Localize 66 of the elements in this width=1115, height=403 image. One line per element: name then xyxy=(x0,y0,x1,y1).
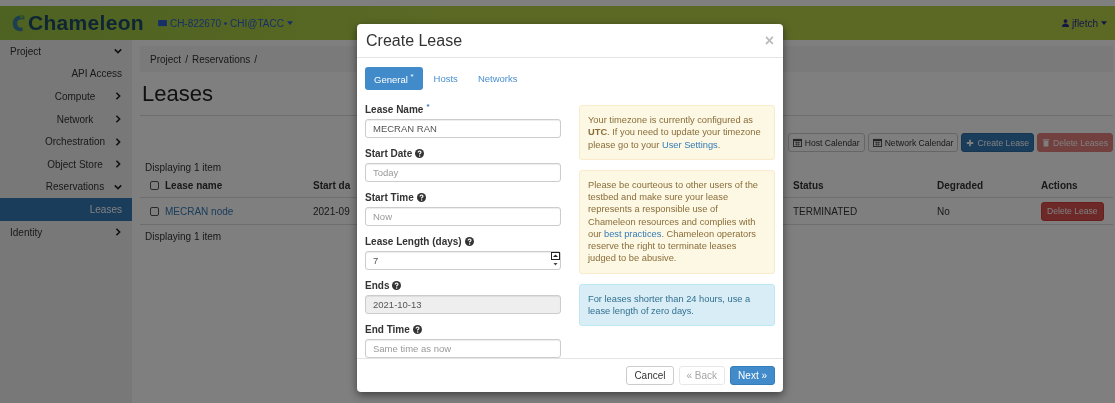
note-text: For leases shorter than 24 hours, use a lease length of zero days. xyxy=(588,292,752,318)
breadcrumb-separator: / xyxy=(254,53,258,65)
page-title: Leases xyxy=(142,81,213,107)
sidebar-item[interactable]: Orchestration xyxy=(0,130,132,153)
sidebar-item[interactable]: Leases xyxy=(0,198,132,221)
breadcrumb-separator: / xyxy=(185,53,188,65)
field-label: Lease Length (days) xyxy=(365,235,462,247)
monitor-icon xyxy=(157,19,167,27)
help-icon xyxy=(415,148,425,158)
calendar-icon xyxy=(872,138,882,147)
input-field[interactable]: Now xyxy=(365,207,561,226)
column-header[interactable]: Status xyxy=(793,179,824,191)
note-link[interactable]: User Settings xyxy=(661,139,718,150)
tab[interactable]: General $^{*}$ xyxy=(365,67,423,90)
user-icon xyxy=(1061,19,1069,27)
column-header[interactable]: Lease name xyxy=(165,179,223,191)
sidebar-item[interactable]: Object Store xyxy=(0,152,132,176)
field-label: Lease Name xyxy=(365,103,424,115)
user-menu[interactable]: jfletch xyxy=(1061,17,1107,29)
dialog-button[interactable]: Cancel xyxy=(626,366,674,385)
table-cell: 2021-09 xyxy=(313,205,350,217)
toolbar-button[interactable]: Network Calendar xyxy=(867,133,959,152)
checkbox[interactable] xyxy=(150,206,159,216)
column-header[interactable]: Actions xyxy=(1041,179,1078,191)
dialog-button[interactable]: Next » xyxy=(730,366,775,385)
input-field[interactable]: MECRAN RAN xyxy=(365,119,561,138)
tab[interactable]: Hosts xyxy=(424,67,467,90)
item-count: Displaying 1 item xyxy=(145,162,222,173)
field-label: Ends xyxy=(365,279,390,291)
caret-icon xyxy=(286,21,293,25)
breadcrumb-item[interactable]: Reservations xyxy=(191,53,251,65)
sidebar-item[interactable]: Compute xyxy=(0,85,132,108)
input-field[interactable]: Today xyxy=(365,163,561,182)
input-field[interactable]: 7 xyxy=(365,251,561,270)
sidebar-item[interactable]: Network xyxy=(0,107,132,131)
field-label: End Time xyxy=(365,323,410,335)
sidebar-item[interactable]: API Access xyxy=(0,62,132,86)
toolbar-button[interactable]: Create Lease xyxy=(961,133,1035,152)
help-icon xyxy=(392,280,402,290)
column-header[interactable]: Degraded xyxy=(937,179,984,191)
help-icon xyxy=(464,236,474,246)
help-icon xyxy=(416,192,426,202)
required-mark: * xyxy=(426,102,430,111)
checkbox[interactable] xyxy=(150,180,159,190)
help-icon xyxy=(412,324,422,334)
lease-link[interactable]: MECRAN node xyxy=(165,205,234,217)
calendar-icon xyxy=(792,138,802,147)
toolbar-button[interactable]: Host Calendar xyxy=(787,133,865,152)
input-field[interactable]: Same time as now xyxy=(365,339,561,358)
field-label: Start Time xyxy=(365,191,414,203)
breadcrumb-item[interactable]: Project xyxy=(150,53,182,65)
table-cell: No xyxy=(937,205,950,217)
note-text: Your timezone is currently configured as UTC. If you need to update your timezone please go to your User Settings. xyxy=(588,114,762,151)
tab[interactable]: Networks xyxy=(468,67,527,90)
note-text: Please be courteous to other users of the testbed and make sure your lease represents a responsible use of Chameleon resources and complies with our best practices. Chameleon operators reserve the right to terminate leases judged to be abusive. xyxy=(588,178,760,265)
plus-icon xyxy=(966,138,975,147)
sidebar-item[interactable]: Project xyxy=(0,40,132,63)
field-label: Start Date xyxy=(365,147,413,159)
delete-button[interactable]: Delete Lease xyxy=(1041,201,1104,221)
dialog-title: Create Lease xyxy=(366,31,464,50)
item-count: Displaying 1 item xyxy=(145,231,222,242)
trash-icon xyxy=(1042,138,1051,147)
caret-icon xyxy=(1101,21,1107,25)
logo-text: Chameleon xyxy=(28,11,144,35)
column-header[interactable]: Start da xyxy=(313,179,351,191)
table-cell: TERMINATED xyxy=(793,205,858,217)
